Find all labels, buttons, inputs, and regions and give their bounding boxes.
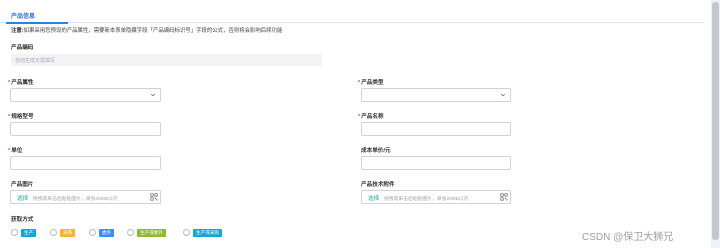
product-name-input[interactable] — [361, 122, 511, 136]
tag-option-4[interactable]: 生产或采购 — [193, 229, 222, 237]
product-code-field: 自动生成无需填写 — [11, 54, 322, 66]
scrollbar-thumb[interactable] — [712, 2, 719, 240]
product-attachment-upload[interactable]: 选择 拖拽或单击后粘贴图片，单张20MB以内 — [361, 190, 511, 204]
required-mark: * — [358, 114, 361, 120]
tab-bar: 产品信息 — [0, 0, 704, 24]
tag-option-2[interactable]: 委外 — [99, 229, 115, 237]
qr-code-icon[interactable] — [500, 193, 508, 201]
unit-input[interactable] — [10, 156, 161, 170]
notice-prefix: 注意: — [11, 28, 24, 34]
cost-price-label-text: 成本单价/元 — [361, 148, 391, 154]
unit-label-text: 单位 — [11, 148, 23, 154]
product-image-label-text: 产品图片 — [11, 182, 34, 188]
radio-option-3[interactable] — [127, 229, 134, 236]
chevron-down-icon — [150, 93, 156, 97]
product-attachment-hint: 拖拽或单击后粘贴图片，单张20MB以内 — [384, 197, 469, 202]
spec-model-input[interactable] — [10, 122, 161, 136]
tag-option-1[interactable]: 采购 — [60, 229, 76, 237]
product-code-placeholder: 自动生成无需填写 — [15, 58, 56, 64]
cost-price-input[interactable] — [361, 156, 511, 170]
product-name-label-text: 产品名称 — [361, 114, 384, 120]
product-code-label-text: 产品编码 — [11, 45, 34, 51]
spec-model-label-text: 规格型号 — [11, 114, 34, 120]
tab-active-indicator — [6, 22, 68, 24]
acquisition-label: 获取方式 — [11, 215, 33, 223]
chevron-down-icon — [500, 93, 506, 97]
required-mark: * — [358, 80, 361, 86]
notice-body: 如果采用您预设的产品属性，需要新本表单隐藏字段「产品编码标识号」字段的公式，否则… — [23, 28, 283, 34]
product-code-label: 产品编码 — [11, 43, 33, 51]
required-mark: * — [8, 80, 11, 86]
radio-option-4[interactable] — [183, 229, 190, 236]
acquisition-label-text: 获取方式 — [11, 217, 34, 223]
csdn-watermark: CSDN @保卫大狮兄 — [582, 232, 674, 243]
required-mark: * — [8, 148, 11, 154]
notice-text: 注意:如果采用您预设的产品属性，需要新本表单隐藏字段「产品编码标识号」字段的公式… — [11, 26, 282, 34]
tab-product-info[interactable]: 产品信息 — [4, 3, 68, 24]
product-attachment-label-text: 产品技术附件 — [361, 182, 395, 188]
radio-option-2[interactable] — [89, 229, 96, 236]
radio-option-0[interactable] — [11, 229, 18, 236]
product-attachment-label: 产品技术附件 — [361, 180, 395, 188]
product-image-select-button[interactable]: 选择 — [17, 194, 28, 202]
product-attr-label: *产品属性 — [8, 78, 34, 86]
product-image-label: 产品图片 — [11, 180, 33, 188]
tab-label: 产品信息 — [11, 14, 36, 20]
product-name-label: *产品名称 — [358, 112, 384, 120]
tag-option-0[interactable]: 生产 — [21, 229, 37, 237]
qr-code-icon[interactable] — [150, 193, 158, 201]
required-mark: * — [8, 114, 11, 120]
tag-option-3[interactable]: 生产或委外 — [137, 229, 166, 237]
unit-label: *单位 — [8, 146, 22, 154]
product-attr-label-text: 产品属性 — [11, 80, 34, 86]
radio-option-1[interactable] — [50, 229, 57, 236]
cost-price-label: 成本单价/元 — [361, 146, 391, 154]
product-type-label: *产品类型 — [358, 78, 384, 86]
product-image-hint: 拖拽或单击后粘贴图片，单张20MB以内 — [33, 197, 118, 202]
vertical-scrollbar[interactable] — [711, 0, 720, 248]
product-type-select[interactable] — [361, 88, 511, 102]
product-type-label-text: 产品类型 — [361, 80, 384, 86]
spec-model-label: *规格型号 — [8, 112, 34, 120]
product-image-upload[interactable]: 选择 拖拽或单击后粘贴图片，单张20MB以内 — [10, 190, 161, 204]
product-attachment-select-button[interactable]: 选择 — [368, 194, 379, 202]
product-attr-select[interactable] — [10, 88, 161, 102]
